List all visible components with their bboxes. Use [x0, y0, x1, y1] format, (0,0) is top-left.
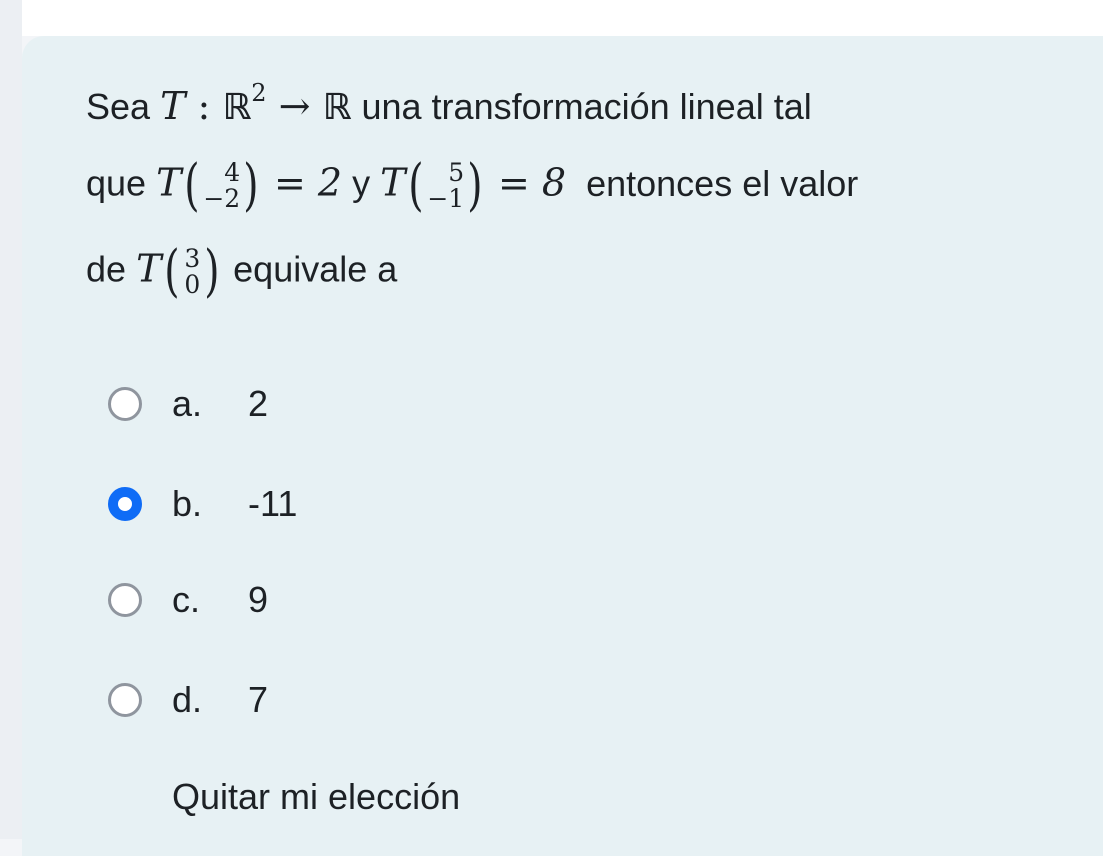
- math-equals: =: [498, 160, 530, 205]
- column-vector: (4 −2): [184, 153, 259, 218]
- math-exponent: 2: [251, 79, 267, 107]
- question-text-line-2: que T(4 −2) = 2 y T(5 −1) = 8 entonces el valo…: [86, 158, 858, 214]
- option-c[interactable]: c. 9: [108, 578, 268, 622]
- column-vector: (5 −1): [408, 153, 483, 218]
- math-expression: T : ℝ2 → ℝ: [160, 81, 352, 128]
- question-text: entonces el valor: [586, 162, 859, 204]
- math-reals-symbol: ℝ: [222, 87, 252, 128]
- vector-top-entry: 5: [448, 158, 465, 187]
- question-word: de: [86, 248, 127, 290]
- math-symbol-t: T: [136, 246, 162, 291]
- clear-choice-link[interactable]: Quitar mi elección: [172, 776, 460, 818]
- left-margin: [0, 0, 22, 839]
- radio-option-b-selected[interactable]: [108, 487, 142, 521]
- option-d[interactable]: d. 7: [108, 678, 268, 722]
- math-symbol-t: T: [156, 160, 182, 205]
- option-letter: a.: [172, 383, 203, 424]
- math-value: 2: [317, 160, 343, 205]
- option-letter: c.: [172, 579, 201, 620]
- question-word: y: [352, 162, 371, 204]
- option-letter: b.: [172, 483, 203, 524]
- column-vector: (3 0): [164, 239, 220, 304]
- math-arrow: →: [278, 84, 311, 128]
- math-symbol-t: T: [160, 84, 186, 128]
- vector-bottom-entry: −2: [203, 184, 241, 213]
- option-value: -11: [248, 483, 298, 524]
- top-bar: [22, 0, 1103, 36]
- question-word: Sea: [86, 86, 151, 127]
- question-text-line-3: de T(3 0) equivale a: [86, 244, 397, 300]
- math-reals-symbol: ℝ: [322, 87, 352, 128]
- vector-bottom-entry: −1: [427, 184, 465, 213]
- question-text: equivale a: [233, 248, 398, 290]
- vector-top-entry: 3: [184, 244, 201, 273]
- vector-top-entry: 4: [224, 158, 241, 187]
- option-b[interactable]: b. -11: [108, 482, 297, 526]
- option-a[interactable]: a. 2: [108, 382, 268, 426]
- radio-option-c[interactable]: [108, 583, 142, 617]
- option-value: 9: [248, 579, 269, 620]
- option-value: 2: [248, 383, 269, 424]
- math-value: 8: [541, 160, 567, 205]
- option-value: 7: [248, 679, 269, 720]
- vector-bottom-entry: 0: [184, 270, 201, 299]
- math-equals: =: [274, 160, 306, 205]
- radio-option-d[interactable]: [108, 683, 142, 717]
- math-colon: :: [197, 84, 211, 128]
- question-word: que: [86, 162, 147, 204]
- math-symbol-t: T: [380, 160, 406, 205]
- question-card: Sea T : ℝ2 → ℝ una transformación lineal…: [22, 36, 1103, 856]
- question-text-line-1: Sea T : ℝ2 → ℝ una transformación lineal…: [86, 81, 812, 130]
- question-text: una transformación lineal tal: [361, 86, 812, 127]
- option-letter: d.: [172, 679, 203, 720]
- radio-option-a[interactable]: [108, 387, 142, 421]
